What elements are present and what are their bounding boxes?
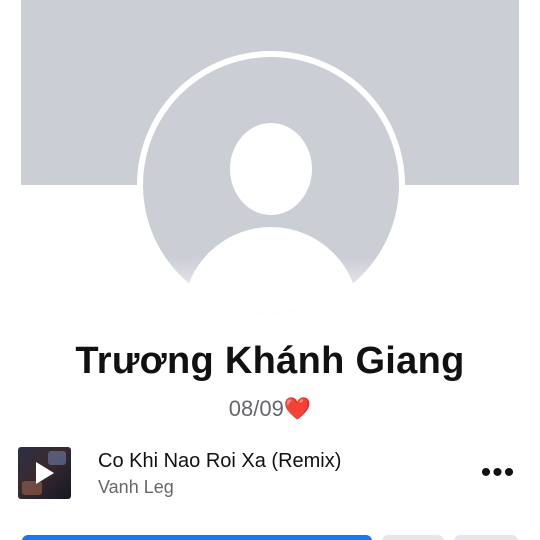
secondary-action-button[interactable] bbox=[382, 535, 444, 540]
primary-action-button[interactable] bbox=[22, 535, 372, 540]
heart-emoji: ❤️ bbox=[283, 396, 312, 421]
bio-text: 08/09 bbox=[228, 396, 284, 421]
default-avatar-head-icon bbox=[230, 123, 312, 215]
music-album-art[interactable] bbox=[18, 447, 71, 499]
avatar-fade bbox=[143, 257, 399, 313]
profile-bio: 08/09❤️ bbox=[0, 396, 540, 422]
play-icon[interactable] bbox=[36, 462, 54, 484]
profile-name: Trương Khánh Giang bbox=[75, 340, 465, 382]
more-options-button[interactable]: ••• bbox=[480, 456, 516, 489]
profile-page: Trương Khánh Giang 08/09❤️ Co Khi Nao Ro… bbox=[0, 0, 540, 540]
more-options-icon: ••• bbox=[480, 456, 516, 489]
avatar[interactable] bbox=[143, 57, 399, 313]
more-action-button[interactable] bbox=[454, 535, 518, 540]
song-title[interactable]: Co Khi Nao Roi Xa (Remix) bbox=[98, 450, 341, 473]
song-artist[interactable]: Vanh Leg bbox=[98, 477, 174, 498]
